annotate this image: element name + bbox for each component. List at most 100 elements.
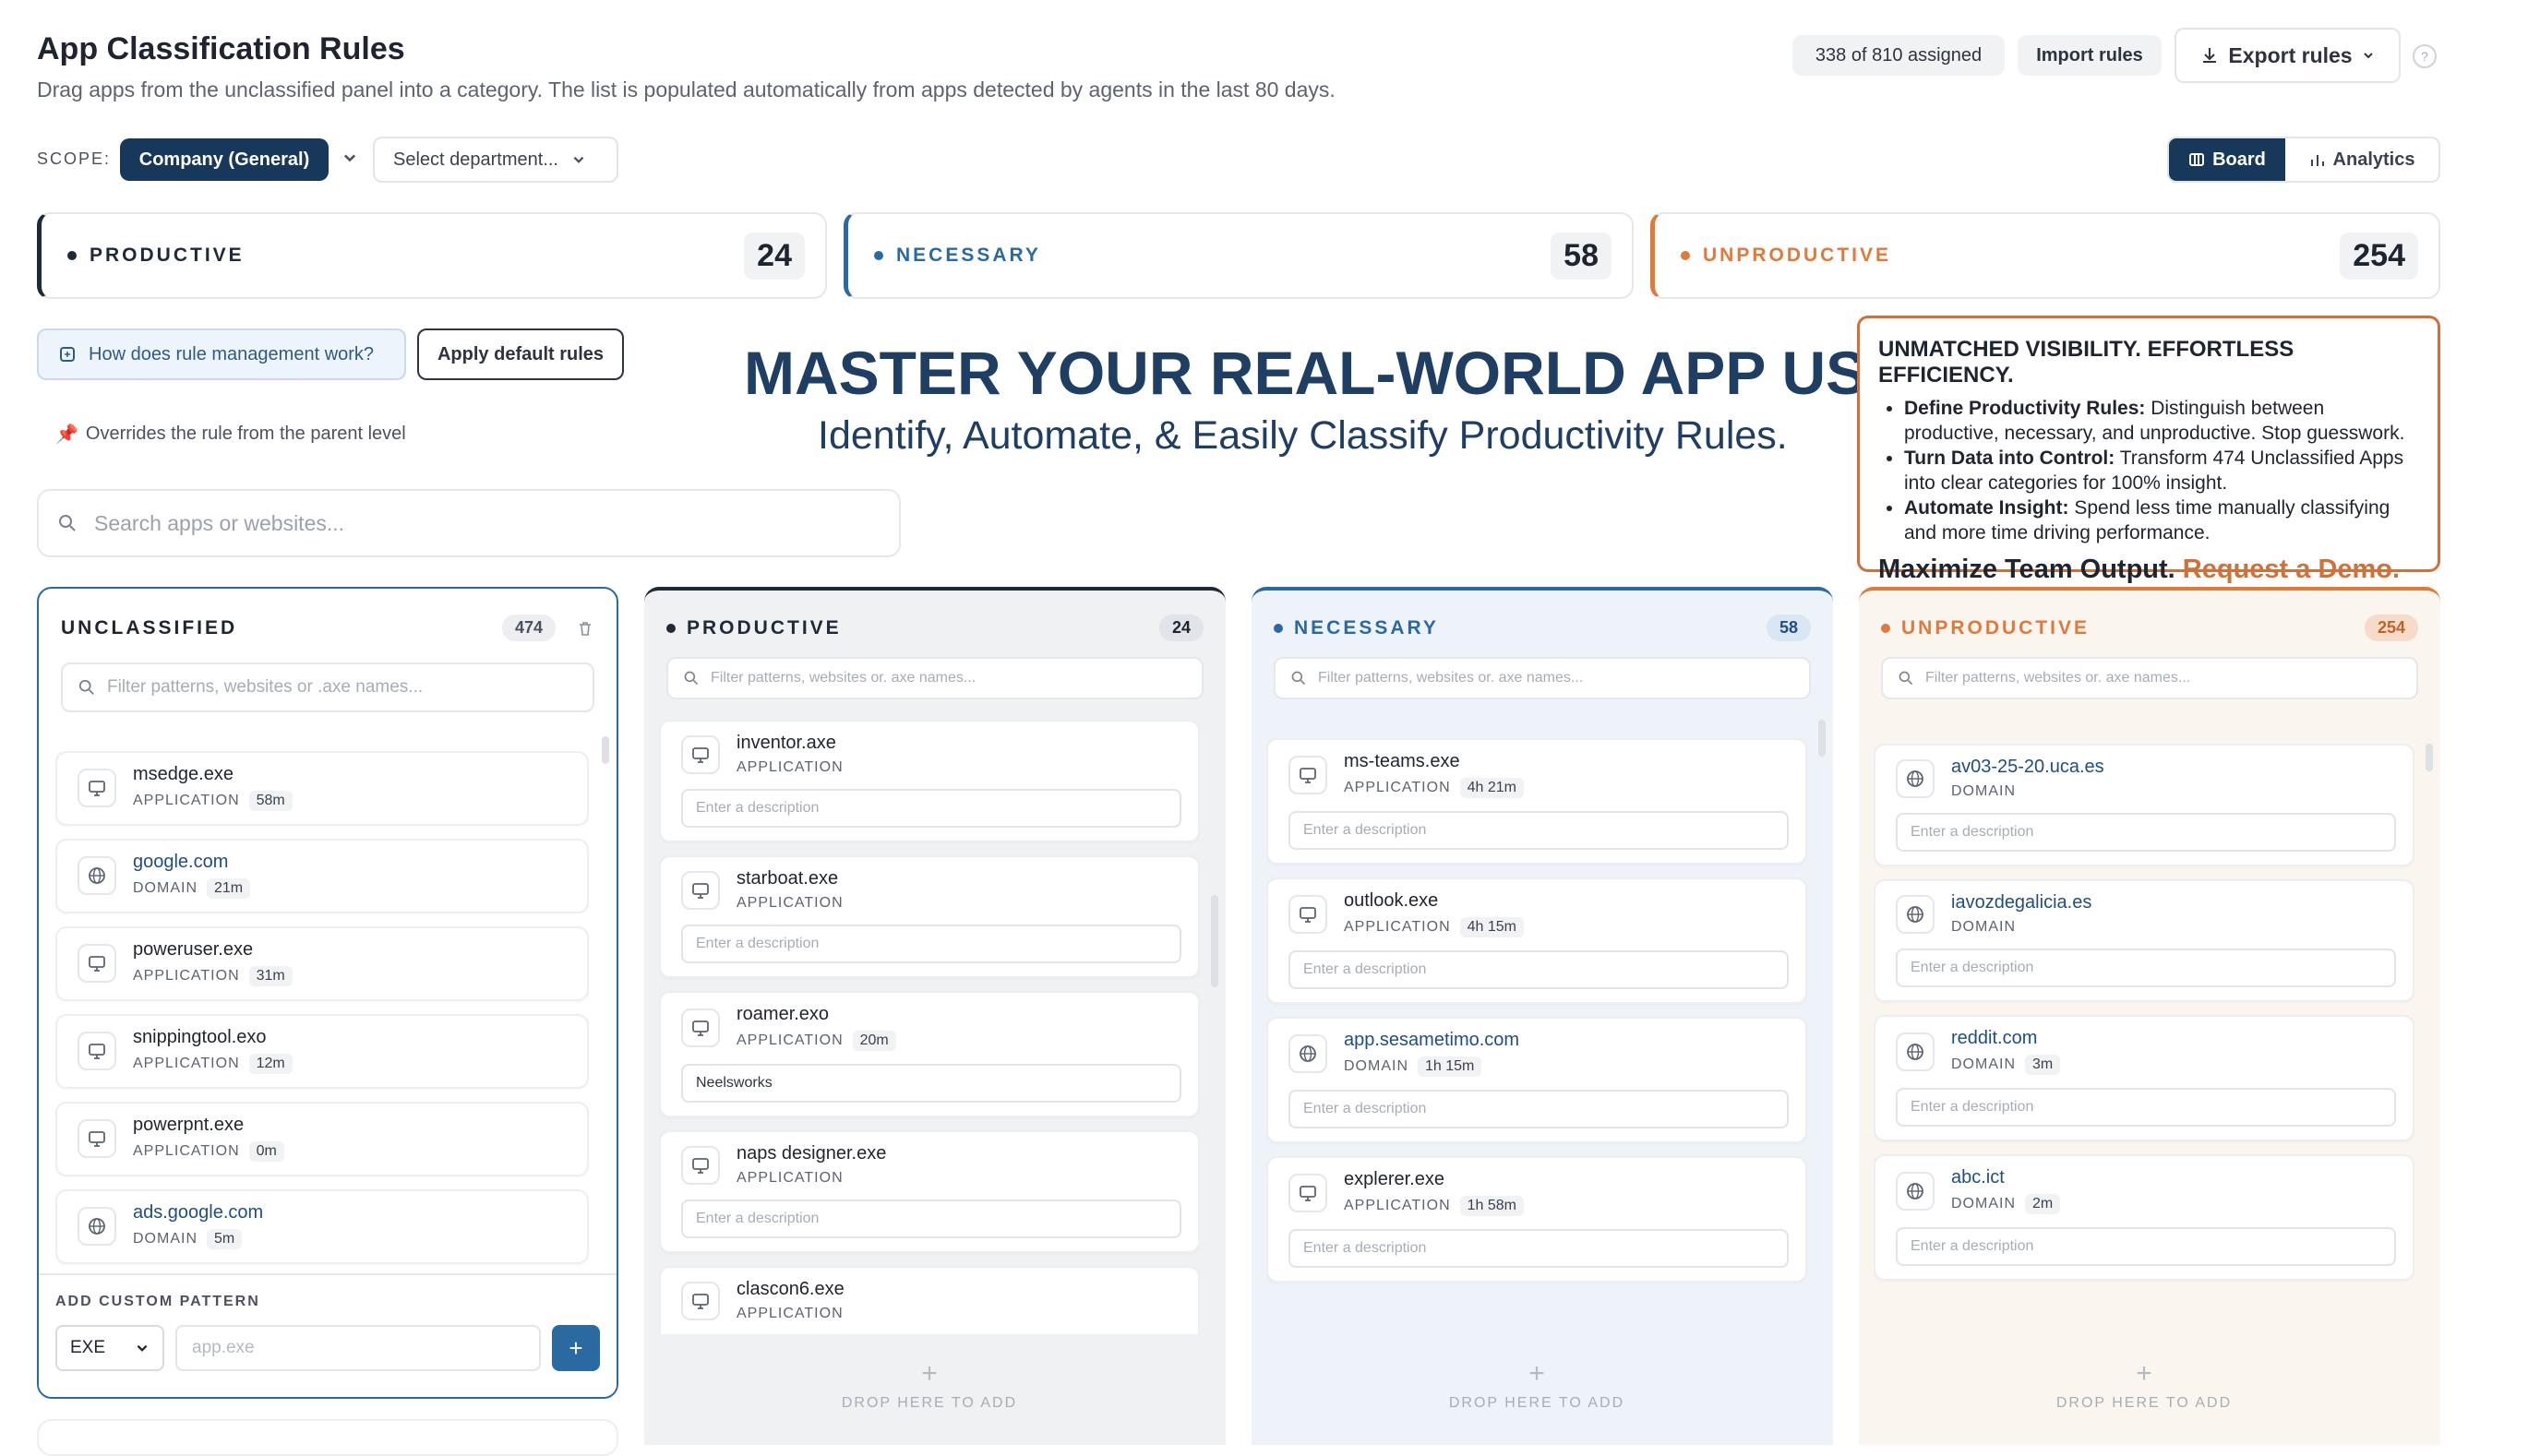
column-title: PRODUCTIVE bbox=[687, 616, 842, 638]
app-card[interactable]: explerer.exe APPLICATION 1h 58m Enter a des… bbox=[1266, 1156, 1807, 1283]
usage-time: 1h 58m bbox=[1459, 1196, 1524, 1216]
scrollbar[interactable] bbox=[1211, 895, 1218, 987]
app-card[interactable]: google.com DOMAIN 21m bbox=[55, 839, 589, 913]
app-card[interactable]: outlook.exe APPLICATION 4h 15m Enter a desc… bbox=[1266, 877, 1807, 1004]
globe-icon bbox=[1896, 1171, 1935, 1211]
monitor-icon bbox=[681, 1145, 720, 1185]
add-pattern-button[interactable]: + bbox=[552, 1325, 600, 1371]
column-filter-input[interactable]: Filter patterns, websites or. axe names.… bbox=[1274, 657, 1811, 699]
drop-zone[interactable]: + DROP HERE TO ADD bbox=[1874, 1325, 2414, 1445]
app-card[interactable]: iavozdegalicia.es DOMAIN Enter a descripti… bbox=[1874, 879, 2414, 1002]
app-card[interactable]: ms-teams.exe APPLICATION 4h 21m Enter a des… bbox=[1266, 738, 1807, 865]
chevron-down-icon bbox=[573, 156, 584, 163]
description-input[interactable]: Enter a description bbox=[681, 1199, 1181, 1238]
chevron-down-icon bbox=[2363, 53, 2373, 59]
description-input[interactable]: Enter a description bbox=[1896, 813, 2396, 852]
bar-chart-icon bbox=[2310, 155, 2324, 166]
app-card[interactable]: starboat.exe APPLICATION Enter a descripti… bbox=[659, 855, 1200, 978]
app-type: APPLICATION bbox=[737, 1170, 844, 1186]
pattern-input[interactable]: app.exe bbox=[175, 1325, 541, 1371]
app-card[interactable]: msedge.exe APPLICATION 58m bbox=[55, 751, 589, 826]
rule-management-help-label: How does rule management work? bbox=[89, 343, 375, 364]
search-input[interactable]: Search apps or websites... bbox=[37, 489, 901, 557]
export-rules-button[interactable]: Export rules bbox=[2175, 28, 2401, 83]
description-input[interactable]: Enter a description bbox=[1896, 949, 2396, 987]
app-name: snippingtool.exo bbox=[133, 1027, 267, 1047]
rule-management-help-button[interactable]: How does rule management work? bbox=[37, 328, 406, 380]
app-card[interactable]: roamer.exo APPLICATION 20m Neelsworks bbox=[659, 991, 1200, 1117]
app-card[interactable]: poweruser.exe APPLICATION 31m bbox=[55, 926, 589, 1001]
promo-headline: MASTER YOUR REAL-WORLD APP USE. bbox=[744, 339, 1924, 407]
description-input[interactable]: Enter a description bbox=[1288, 1090, 1789, 1128]
necessary-list: ms-teams.exe APPLICATION 4h 21m Enter a des… bbox=[1266, 738, 1807, 1334]
app-card[interactable]: inventor.axe APPLICATION Enter a descripti… bbox=[659, 720, 1200, 842]
description-input[interactable]: Enter a description bbox=[681, 789, 1181, 828]
app-card-info: ms-teams.exe APPLICATION 4h 21m bbox=[1344, 751, 1524, 798]
app-type: DOMAIN bbox=[1951, 1056, 2016, 1072]
app-type: DOMAIN bbox=[133, 880, 198, 896]
dot-icon bbox=[666, 623, 676, 633]
usage-time: 4h 15m bbox=[1459, 917, 1524, 937]
app-card-info: poweruser.exe APPLICATION 31m bbox=[133, 939, 293, 986]
app-card-info: roamer.exo APPLICATION 20m bbox=[737, 1004, 896, 1051]
usage-time: 3m bbox=[2025, 1055, 2061, 1075]
app-card[interactable]: clascon6.exeAPPLICATIONEnter a descripti… bbox=[659, 1266, 1200, 1334]
column-filter-input[interactable]: Filter patterns, websites or. axe names.… bbox=[1881, 657, 2418, 699]
search-icon bbox=[78, 679, 94, 695]
promo-cta-text: Maximize Team Output. bbox=[1878, 555, 2175, 584]
plus-icon: + bbox=[2136, 1358, 2152, 1389]
app-type: APPLICATION bbox=[133, 1056, 240, 1071]
app-card-info: av03-25-20.uca.es DOMAIN bbox=[1951, 757, 2104, 800]
usage-time: 5m bbox=[207, 1229, 243, 1249]
scope-selector[interactable]: Company (General) bbox=[120, 138, 329, 181]
drop-zone[interactable]: + DROP HERE TO ADD bbox=[659, 1325, 1200, 1445]
description-input[interactable]: Enter a description bbox=[1288, 811, 1789, 850]
description-input[interactable]: Enter a description bbox=[1288, 950, 1789, 989]
app-meta: DOMAIN bbox=[1951, 919, 2091, 936]
request-demo-link[interactable]: Request a Demo. bbox=[2183, 555, 2400, 584]
import-rules-button[interactable]: Import rules bbox=[2018, 35, 2162, 76]
trash-icon[interactable] bbox=[576, 619, 594, 638]
scrollbar[interactable] bbox=[2426, 744, 2433, 771]
app-name: outlook.exe bbox=[1344, 890, 1439, 911]
usage-time: 2m bbox=[2025, 1194, 2061, 1214]
filter-placeholder: Filter patterns, websites or. axe names.… bbox=[1925, 670, 2191, 686]
search-icon bbox=[1291, 671, 1306, 686]
monitor-icon bbox=[78, 768, 116, 807]
app-card[interactable]: av03-25-20.uca.es DOMAIN Enter a descripti… bbox=[1874, 744, 2414, 866]
description-input[interactable]: Enter a description bbox=[1896, 1088, 2396, 1127]
tab-analytics[interactable]: Analytics bbox=[2285, 138, 2438, 181]
scrollbar[interactable] bbox=[602, 736, 609, 764]
apply-default-rules-button[interactable]: Apply default rules bbox=[417, 328, 624, 380]
app-card[interactable]: reddit.com DOMAIN 3m Enter a description bbox=[1874, 1015, 2414, 1141]
description-input[interactable]: Enter a description bbox=[1896, 1227, 2396, 1266]
description-input[interactable]: Neelsworks bbox=[681, 1064, 1181, 1103]
unclassified-filter-input[interactable]: Filter patterns, websites or .axe names.… bbox=[61, 662, 594, 712]
pattern-type-select[interactable]: EXE bbox=[55, 1325, 164, 1371]
help-icon[interactable]: ? bbox=[2413, 44, 2437, 68]
info-icon bbox=[60, 347, 75, 362]
scrollbar[interactable] bbox=[1818, 720, 1826, 757]
description-input[interactable]: Enter a description bbox=[1288, 1229, 1789, 1268]
app-name: msedge.exe bbox=[133, 764, 234, 784]
app-card-info: outlook.exe APPLICATION 4h 15m bbox=[1344, 890, 1524, 937]
app-card[interactable]: powerpnt.exe APPLICATION 0m bbox=[55, 1102, 589, 1176]
app-name: ms-teams.exe bbox=[1344, 751, 1460, 771]
app-card-row: outlook.exe APPLICATION 4h 15m bbox=[1288, 890, 1789, 937]
description-input[interactable]: Enter a description bbox=[681, 925, 1181, 963]
stat-count: 58 bbox=[1551, 232, 1611, 280]
app-card[interactable]: ads.google.com DOMAIN 5m bbox=[55, 1189, 589, 1264]
tab-board[interactable]: Board bbox=[2169, 138, 2285, 181]
app-card[interactable]: naps designer.exe APPLICATION Enter a desc… bbox=[659, 1130, 1200, 1253]
app-card[interactable]: snippingtool.exo APPLICATION 12m bbox=[55, 1014, 589, 1089]
department-select[interactable]: Select department... bbox=[373, 137, 618, 183]
globe-icon bbox=[78, 855, 116, 895]
app-card[interactable]: abc.ict DOMAIN 2m Enter a description bbox=[1874, 1154, 2414, 1281]
stat-count: 254 bbox=[2340, 232, 2418, 280]
column-filter-input[interactable]: Filter patterns, websites or. axe names.… bbox=[666, 657, 1204, 699]
chevron-down-icon[interactable] bbox=[341, 148, 358, 172]
drop-zone[interactable]: + DROP HERE TO ADD bbox=[1266, 1325, 1807, 1445]
necessary-column: NECESSARY 58 Filter patterns, websites o… bbox=[1252, 587, 1833, 1445]
dot-icon bbox=[67, 251, 77, 260]
app-card[interactable]: app.sesametimo.com DOMAIN 1h 15m Enter a de… bbox=[1266, 1017, 1807, 1143]
